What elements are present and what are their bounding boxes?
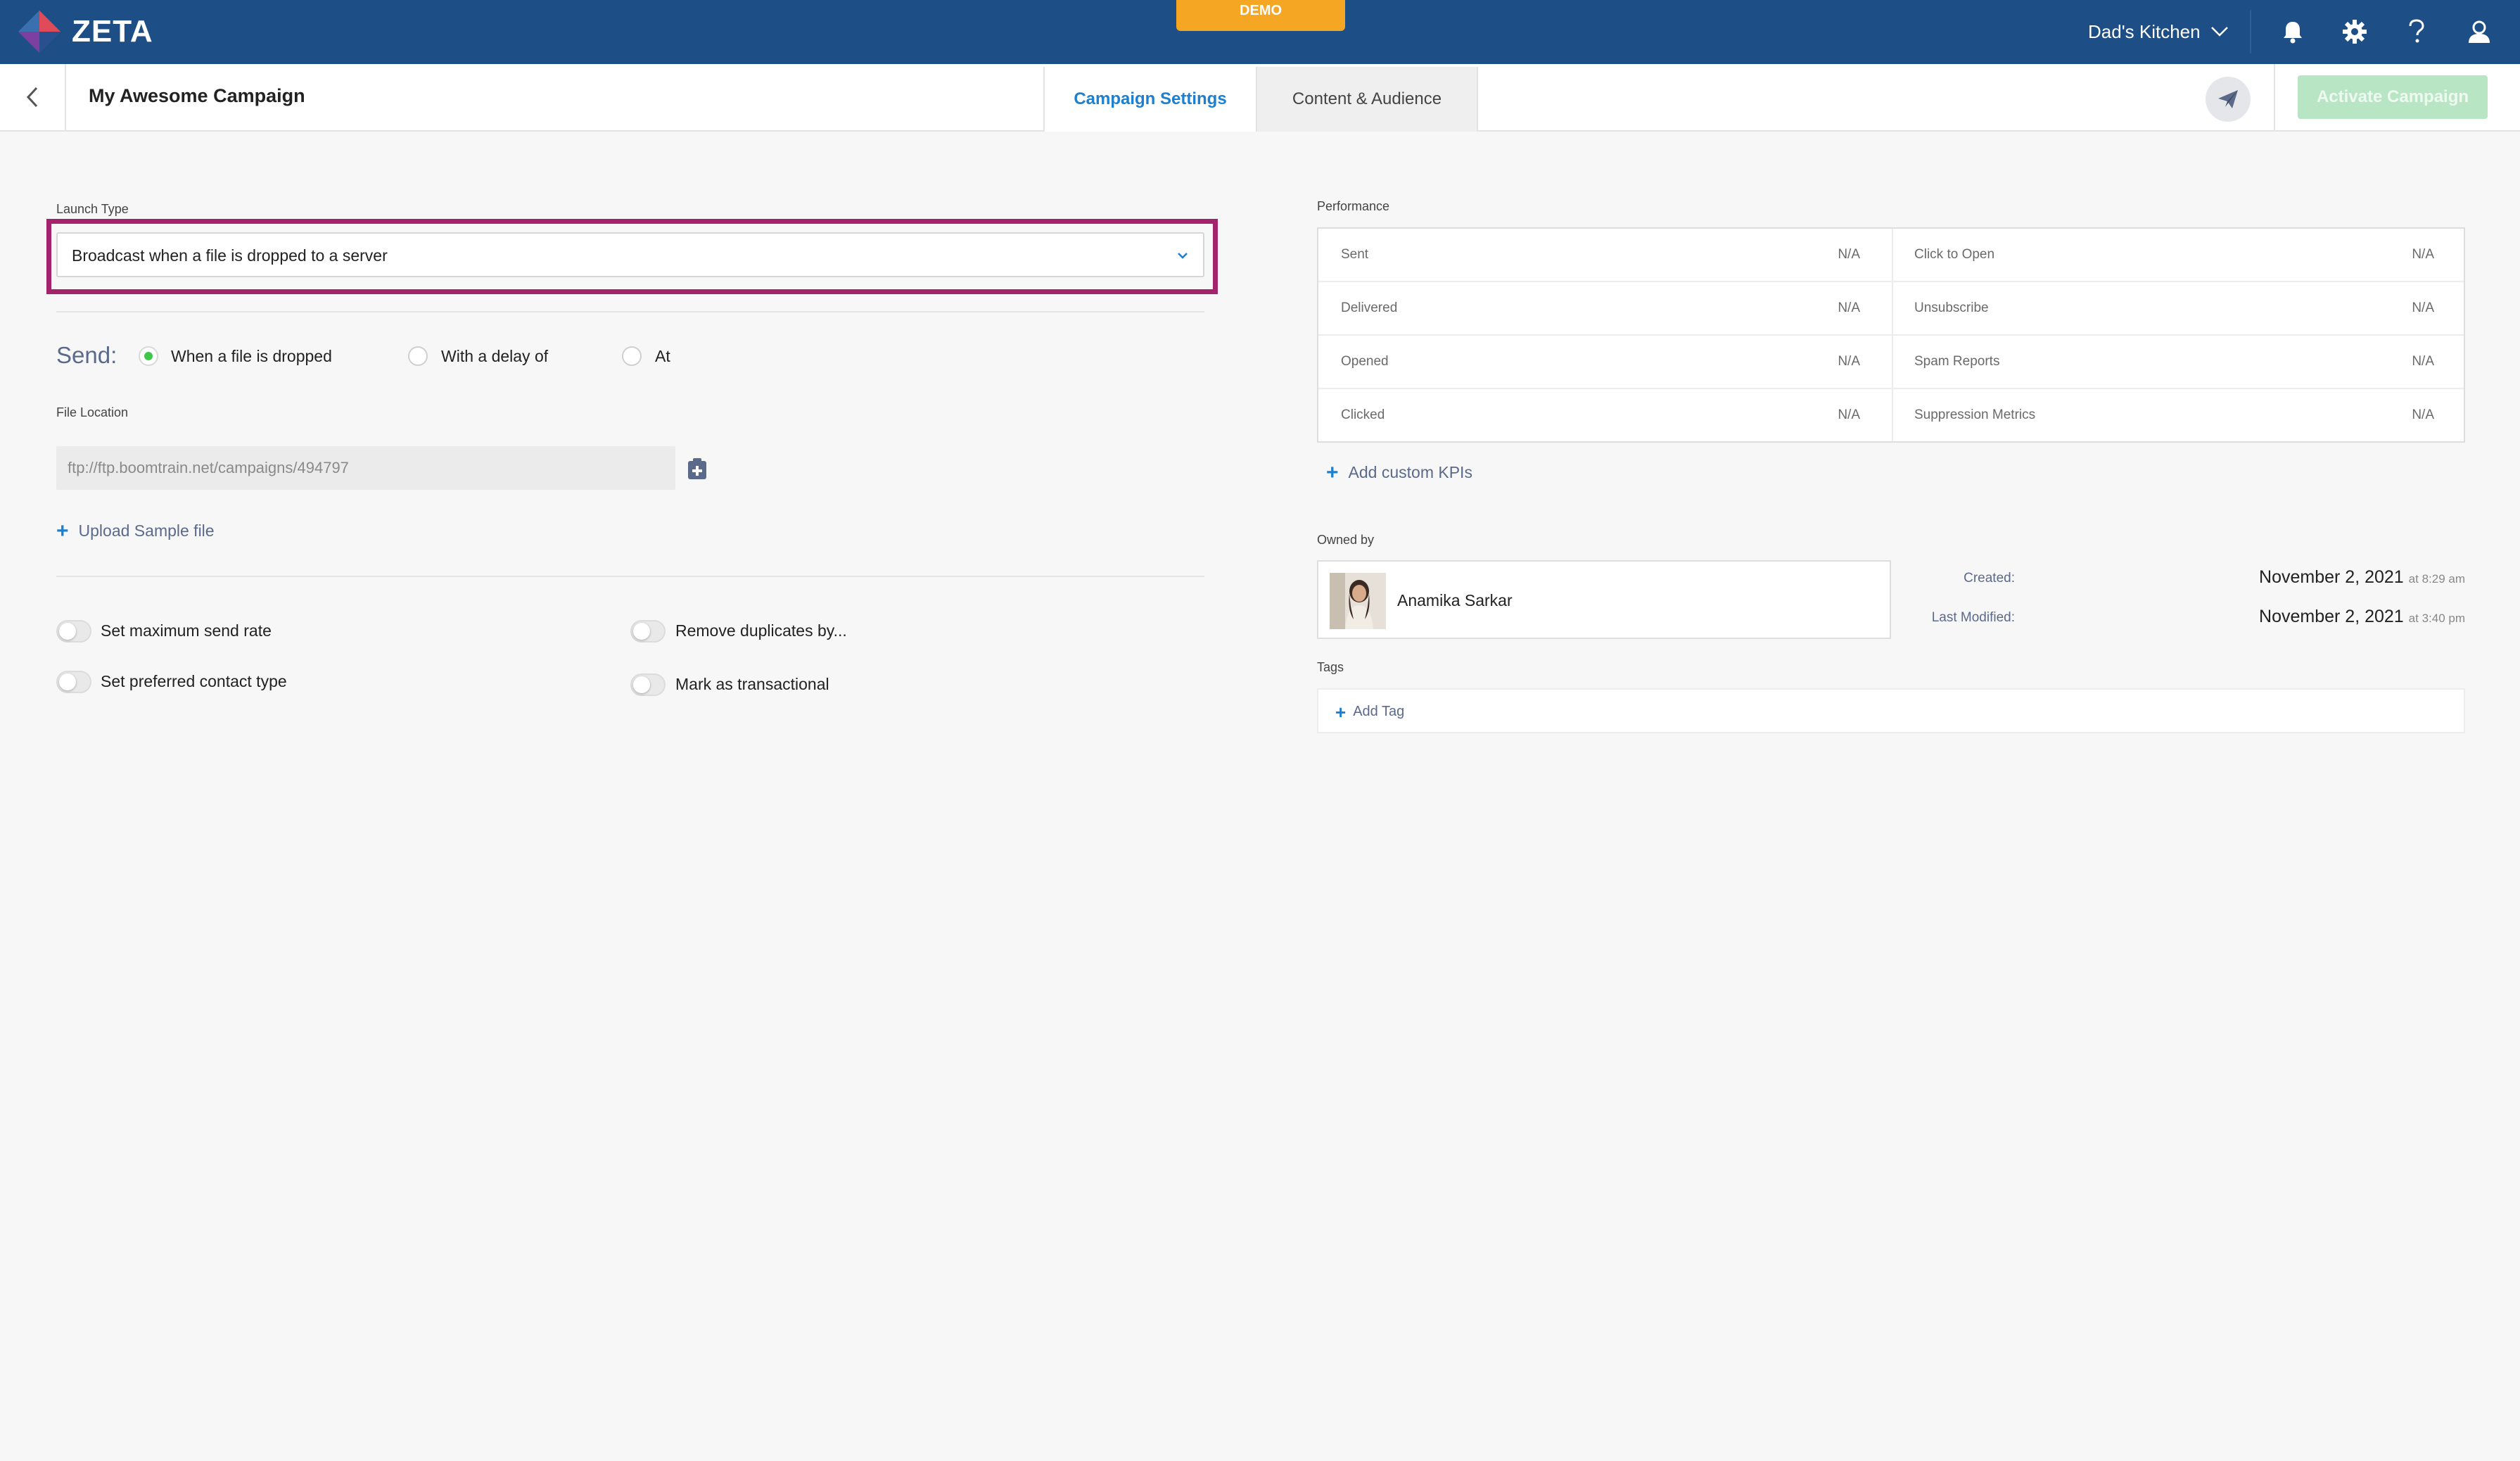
chevron-down-icon (1178, 253, 1188, 259)
toggle-remove-duplicates[interactable] (630, 620, 666, 643)
file-location-label: File Location (56, 405, 129, 419)
bell-icon (2284, 22, 2302, 44)
radio-label: At (655, 347, 670, 365)
campaign-header: My Awesome Campaign Campaign Settings Co… (0, 64, 2520, 132)
metric-value: N/A (2412, 354, 2434, 369)
account-switcher[interactable]: Dad's Kitchen (2088, 15, 2229, 48)
page-title: My Awesome Campaign (89, 85, 305, 106)
modified-date: November 2, 2021 at 3:40 pm (2181, 607, 2465, 627)
plus-icon: + (1335, 701, 1347, 723)
help-icon (2409, 19, 2424, 43)
add-custom-kpis-link[interactable]: + Add custom KPIs (1326, 460, 1472, 484)
metric-name: Spam Reports (1914, 354, 2000, 369)
upload-sample-file-link[interactable]: + Upload Sample file (56, 519, 215, 543)
owner-card[interactable]: Anamika Sarkar (1317, 560, 1891, 639)
table-row: Delivered N/A Unsubscribe N/A (1318, 282, 2464, 336)
metric-name: Click to Open (1914, 247, 1995, 262)
chevron-down-icon (2210, 27, 2228, 37)
metric-name: Delivered (1341, 301, 1398, 315)
send-test-button[interactable] (2206, 77, 2251, 122)
radio-label: When a file is dropped (171, 347, 332, 365)
performance-table: Sent N/A Click to Open N/A Delivered N/A… (1317, 227, 2465, 443)
tab-content-audience[interactable]: Content & Audience (1257, 67, 1478, 132)
clipboard-icon (688, 458, 706, 479)
notifications-button[interactable] (2275, 14, 2310, 49)
toggle-preferred-contact[interactable] (56, 671, 91, 693)
zeta-logo-icon (18, 11, 61, 53)
metric-name: Unsubscribe (1914, 301, 1989, 315)
table-row: Clicked N/A Suppression Metrics N/A (1318, 389, 2464, 443)
user-icon (2469, 20, 2490, 43)
metric-value: N/A (1838, 407, 1860, 422)
owned-by-label: Owned by (1317, 533, 1375, 547)
toggle-label: Mark as transactional (675, 675, 829, 693)
plus-icon: + (56, 519, 69, 543)
launch-type-label: Launch Type (56, 202, 129, 216)
launch-type-select[interactable]: Broadcast when a file is dropped to a se… (56, 232, 1204, 277)
tab-campaign-settings[interactable]: Campaign Settings (1043, 67, 1257, 132)
back-button[interactable] (0, 64, 66, 130)
created-date-value: November 2, 2021 (2259, 567, 2404, 587)
metric-value: N/A (2412, 247, 2434, 262)
table-row: Opened N/A Spam Reports N/A (1318, 336, 2464, 389)
user-profile-button[interactable] (2462, 14, 2497, 49)
add-tag-button[interactable]: + Add Tag (1335, 701, 1405, 723)
table-row: Sent N/A Click to Open N/A (1318, 229, 2464, 282)
radio-label: With a delay of (441, 347, 549, 365)
divider (56, 576, 1204, 577)
toggle-label: Remove duplicates by... (675, 621, 847, 640)
copy-location-button[interactable] (686, 457, 708, 480)
tags-field: + Add Tag (1317, 688, 2465, 733)
back-arrow-icon (26, 87, 38, 108)
created-date: November 2, 2021 at 8:29 am (2181, 567, 2465, 588)
upload-label: Upload Sample file (78, 521, 215, 540)
add-kpi-label: Add custom KPIs (1348, 463, 1472, 481)
send-label: Send: (56, 342, 117, 368)
metric-value: N/A (1838, 354, 1860, 369)
settings-button[interactable] (2337, 14, 2372, 49)
plus-icon: + (1326, 460, 1339, 484)
metric-name: Sent (1341, 247, 1369, 262)
created-label: Created: (1964, 571, 2015, 586)
add-tag-label: Add Tag (1353, 704, 1405, 719)
metric-name: Clicked (1341, 407, 1385, 422)
radio-when-file-dropped[interactable] (139, 346, 158, 366)
modified-label: Last Modified: (1931, 610, 2015, 625)
brand-name: ZETA (72, 14, 153, 49)
performance-label: Performance (1317, 199, 1390, 213)
zeta-logo[interactable]: ZETA (15, 7, 153, 56)
paper-plane-icon (2218, 90, 2238, 108)
metric-name: Opened (1341, 354, 1389, 369)
nav-divider (2250, 10, 2251, 53)
header-divider (2274, 64, 2275, 130)
modified-time: at 3:40 pm (2408, 612, 2465, 625)
metric-value: N/A (1838, 301, 1860, 315)
account-name: Dad's Kitchen (2088, 20, 2201, 42)
toggle-label: Set maximum send rate (101, 621, 272, 640)
created-time: at 8:29 am (2408, 572, 2465, 586)
avatar (1330, 573, 1386, 629)
activate-campaign-button[interactable]: Activate Campaign (2298, 75, 2488, 119)
modified-date-value: November 2, 2021 (2259, 607, 2404, 626)
toggle-transactional[interactable] (630, 673, 666, 696)
tags-label: Tags (1317, 660, 1344, 674)
file-location-field[interactable]: ftp://ftp.boomtrain.net/campaigns/494797 (56, 446, 675, 490)
top-navbar: ZETA DEMO Dad's Kitchen (0, 0, 2520, 64)
divider (56, 311, 1204, 312)
owner-name: Anamika Sarkar (1397, 591, 1513, 609)
metric-value: N/A (2412, 407, 2434, 422)
metric-value: N/A (2412, 301, 2434, 315)
metric-name: Suppression Metrics (1914, 407, 2036, 422)
demo-badge: DEMO (1176, 0, 1345, 31)
launch-type-value: Broadcast when a file is dropped to a se… (72, 246, 388, 265)
radio-at[interactable] (622, 346, 642, 366)
file-location-value: ftp://ftp.boomtrain.net/campaigns/494797 (68, 459, 349, 476)
help-button[interactable] (2399, 14, 2434, 49)
toggle-max-send-rate[interactable] (56, 620, 91, 643)
toggle-label: Set preferred contact type (101, 672, 287, 690)
metric-value: N/A (1838, 247, 1860, 262)
radio-with-delay[interactable] (408, 346, 428, 366)
gear-icon (2343, 20, 2367, 44)
